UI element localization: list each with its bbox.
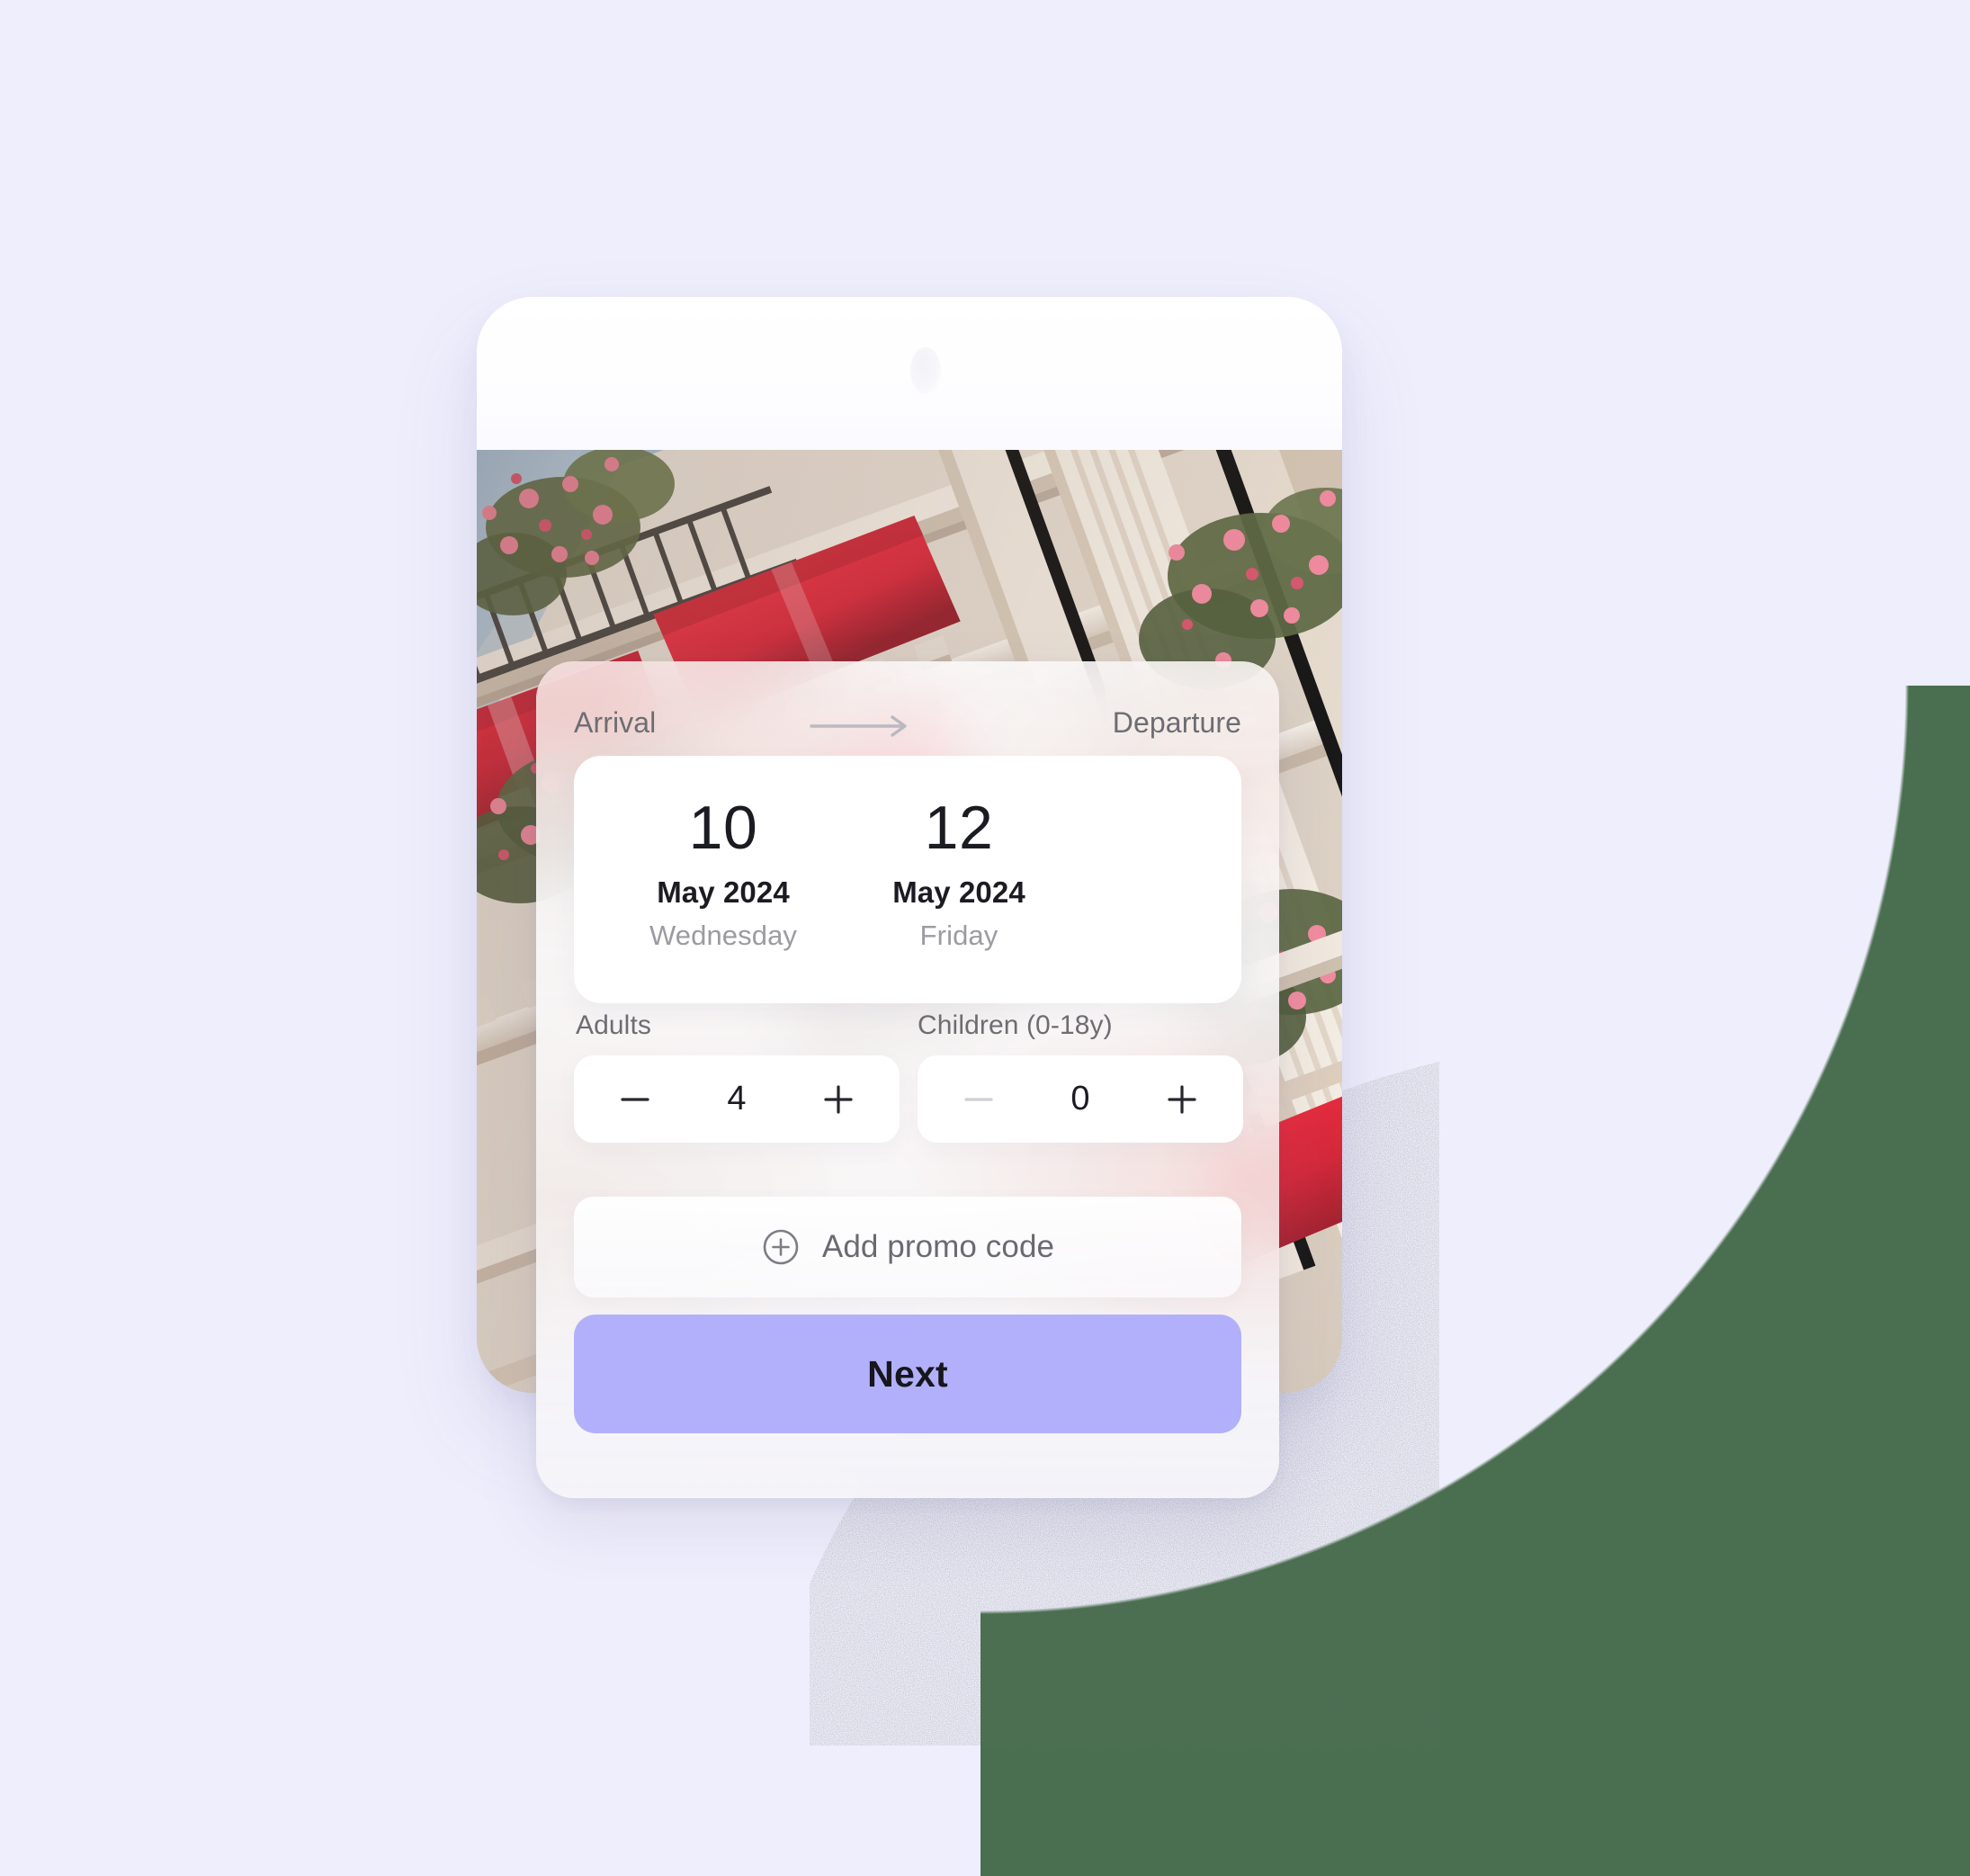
add-promo-code-button[interactable]: Add promo code — [574, 1197, 1241, 1297]
departure-month-year: May 2024 — [892, 875, 1025, 909]
children-value: 0 — [1070, 1080, 1090, 1118]
minus-icon — [621, 1097, 649, 1101]
screenshot-canvas: Arrival Departure 10 May 2024 Wednesday … — [0, 0, 1970, 1876]
adults-value: 4 — [727, 1080, 747, 1118]
date-range-header: Arrival Departure — [574, 706, 1241, 744]
adults-label: Adults — [576, 1010, 651, 1040]
adults-decrement-button[interactable] — [613, 1078, 657, 1121]
departure-weekday: Friday — [919, 920, 998, 951]
minus-icon — [964, 1097, 993, 1101]
adults-increment-button[interactable] — [817, 1078, 860, 1121]
children-increment-button[interactable] — [1160, 1078, 1204, 1121]
children-label: Children (0-18y) — [918, 1010, 1113, 1040]
next-button-label: Next — [867, 1352, 948, 1395]
add-promo-code-label: Add promo code — [821, 1229, 1055, 1264]
departure-day-number: 12 — [924, 794, 994, 862]
departure-label: Departure — [1112, 706, 1241, 739]
plus-icon — [824, 1084, 853, 1114]
children-stepper[interactable]: 0 — [918, 1055, 1243, 1143]
departure-date-block[interactable]: 12 May 2024 Friday — [824, 756, 1094, 1003]
phone-top-bezel — [477, 297, 1342, 450]
adults-stepper[interactable]: 4 — [574, 1055, 900, 1143]
booking-bottom-sheet: Arrival Departure 10 May 2024 Wednesday … — [536, 661, 1279, 1498]
next-button[interactable]: Next — [574, 1315, 1241, 1433]
plus-icon — [1168, 1084, 1196, 1114]
arrival-month-year: May 2024 — [657, 875, 790, 909]
arrow-right-icon — [810, 715, 907, 737]
arrival-label: Arrival — [574, 706, 657, 739]
arrival-day-number: 10 — [688, 794, 758, 862]
children-decrement-button[interactable] — [957, 1078, 1000, 1121]
plus-circle-icon — [763, 1229, 799, 1265]
front-camera-icon — [910, 347, 941, 394]
arrival-date-block[interactable]: 10 May 2024 Wednesday — [588, 756, 858, 1003]
arrival-weekday: Wednesday — [649, 920, 798, 951]
date-range-card[interactable]: 10 May 2024 Wednesday 12 May 2024 Friday — [574, 756, 1241, 1003]
